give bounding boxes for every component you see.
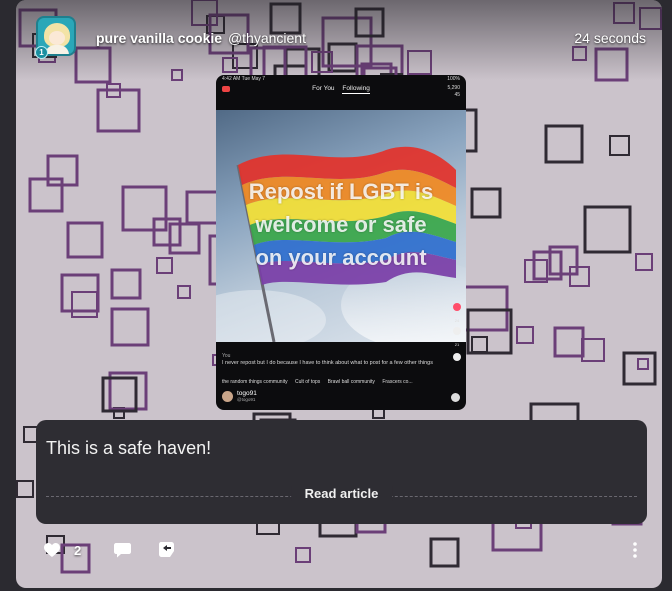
more-vertical-icon [633, 542, 637, 558]
screenshot-user: togo91 @togo91 [222, 390, 257, 402]
caption-line-3: on your account [255, 245, 427, 270]
screenshot-community-chips: the random things community Cult of tops… [222, 379, 462, 385]
caption-line-2: welcome or safe [255, 212, 427, 237]
post-timestamp: 24 seconds [574, 30, 646, 46]
screenshot-counts: 5,290 45 [447, 85, 460, 99]
screenshot-status-battery: 100% [447, 76, 460, 82]
post-actions: 2 [16, 536, 662, 566]
chip: Frascers co... [382, 379, 413, 385]
chip: Cult of tops [294, 379, 321, 385]
screenshot-count-top: 5,290 [447, 85, 460, 91]
screenshot-side-count-1: 24 [454, 318, 460, 323]
like-button[interactable]: 2 [44, 536, 81, 564]
heart-icon [44, 542, 60, 557]
comment-bubble-icon [453, 327, 461, 335]
screenshot-tabs: For You Following [216, 85, 466, 94]
screenshot-desc-text: I never repost but I do because I have t… [222, 360, 433, 366]
screenshot-description: You I never repost but I do because I ha… [222, 353, 447, 367]
screenshot-count-bottom: 45 [454, 92, 460, 98]
screenshot-tab-following: Following [342, 85, 370, 94]
post-header: 1 pure vanilla cookie @thyancient 24 sec… [16, 0, 662, 80]
screenshot-side-rail: 24 21 [452, 303, 462, 368]
comment-button[interactable] [114, 536, 131, 564]
screenshot-desc-label: You [222, 353, 231, 359]
reblog-button[interactable] [158, 536, 176, 564]
screenshot-username: togo91 [237, 390, 257, 397]
author-handle[interactable]: @thyancient [228, 30, 306, 46]
chip: Brawl ball community [327, 379, 375, 385]
caption-line-1: Repost if LGBT is [248, 179, 434, 204]
like-count: 2 [74, 542, 82, 558]
article-title: This is a safe haven! [46, 438, 212, 458]
article-overlay: This is a safe haven! Read article [36, 420, 647, 524]
comment-icon [114, 542, 131, 557]
screenshot-side-count-2: 21 [454, 342, 460, 347]
share-icon [451, 393, 460, 402]
chip: the random things community [222, 379, 288, 385]
screenshot-username-sub: @togo91 [237, 397, 256, 402]
post-card: 1 pure vanilla cookie @thyancient 24 sec… [16, 0, 662, 588]
heart-icon [453, 303, 461, 311]
repost-icon [453, 353, 461, 361]
embedded-screenshot: 4:42 AM Tue May 7 100% For You Following… [216, 75, 466, 410]
more-options-button[interactable] [632, 536, 638, 564]
screenshot-status-time: 4:42 AM Tue May 7 [222, 76, 266, 82]
read-article-button[interactable]: Read article [290, 486, 393, 501]
screenshot-status-bar: 4:42 AM Tue May 7 100% [216, 75, 466, 83]
author-name[interactable]: pure vanilla cookie [96, 30, 222, 46]
screenshot-user-avatar [222, 390, 233, 402]
screenshot-caption: Repost if LGBT is welcome or safe on you… [216, 175, 466, 274]
author-info: pure vanilla cookie @thyancient [96, 30, 306, 46]
avatar-badge: 1 [35, 46, 48, 59]
reblog-icon [159, 542, 174, 557]
screenshot-tab-for-you: For You [312, 85, 335, 92]
